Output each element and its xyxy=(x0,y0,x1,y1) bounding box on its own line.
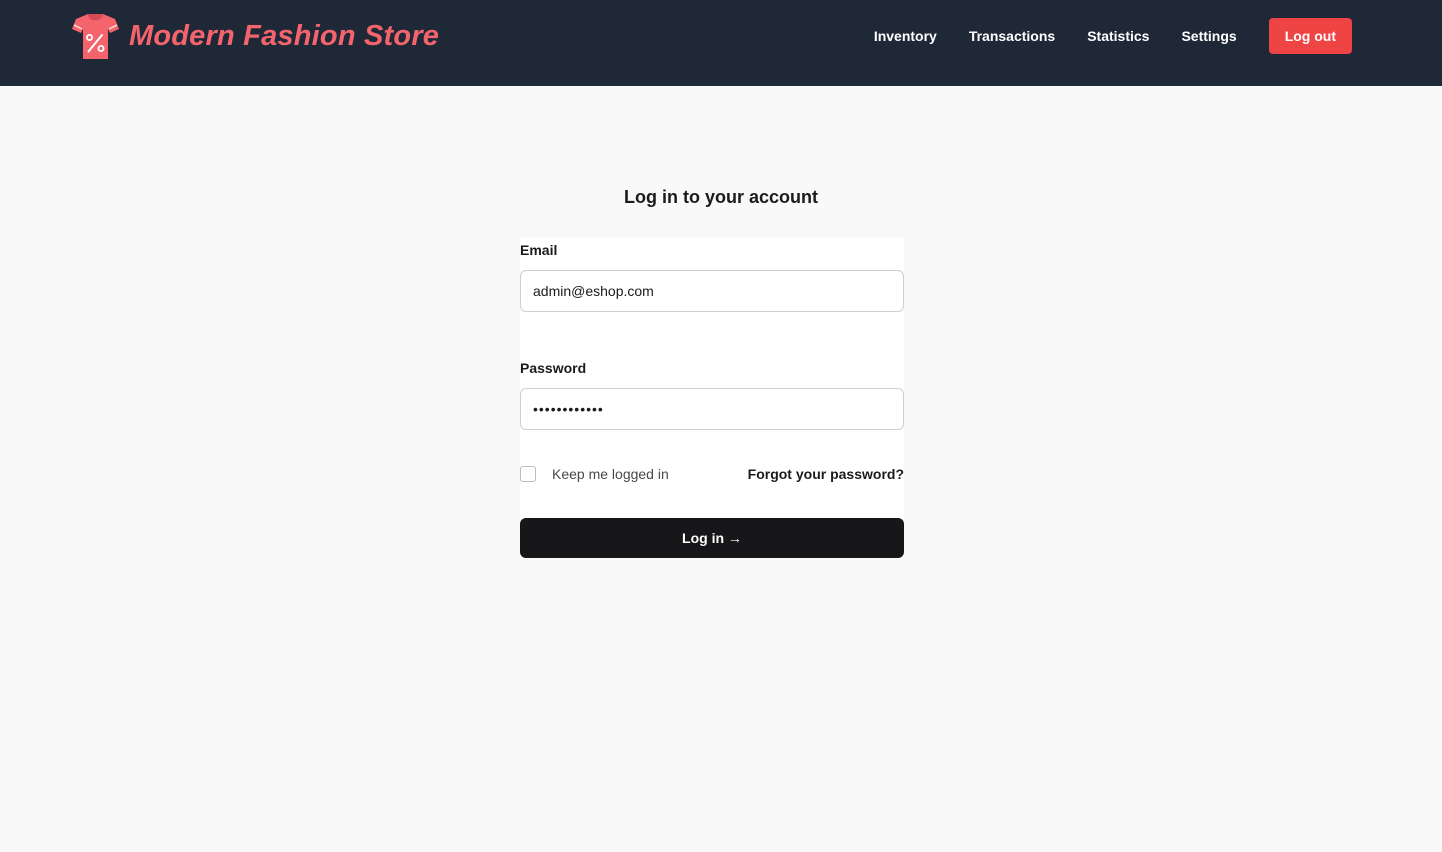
remember-me-checkbox[interactable] xyxy=(520,466,536,482)
password-label: Password xyxy=(520,360,587,376)
email-field[interactable] xyxy=(520,270,904,312)
nav-transactions[interactable]: Transactions xyxy=(969,28,1055,44)
login-form: Email Password Keep me logged in Forgot … xyxy=(520,238,904,558)
login-options-row: Keep me logged in Forgot your password? xyxy=(520,466,904,482)
logout-button[interactable]: Log out xyxy=(1268,18,1352,54)
remember-me[interactable]: Keep me logged in xyxy=(520,466,669,482)
remember-me-label: Keep me logged in xyxy=(552,466,669,482)
password-field[interactable] xyxy=(520,388,904,430)
nav-settings[interactable]: Settings xyxy=(1181,28,1236,44)
forgot-password-link[interactable]: Forgot your password? xyxy=(748,466,904,482)
brand-title: Modern Fashion Store xyxy=(129,19,440,52)
top-navbar: Modern Fashion Store Inventory Transacti… xyxy=(0,0,1442,86)
nav-statistics[interactable]: Statistics xyxy=(1087,28,1149,44)
login-heading: Log in to your account xyxy=(624,187,818,207)
main-nav: Inventory Transactions Statistics Settin… xyxy=(874,18,1352,54)
tshirt-percent-icon xyxy=(72,14,119,59)
login-submit-button[interactable]: Log in → xyxy=(520,518,904,558)
email-label: Email xyxy=(520,242,558,258)
nav-inventory[interactable]: Inventory xyxy=(874,28,937,44)
brand[interactable]: Modern Fashion Store xyxy=(72,12,439,60)
